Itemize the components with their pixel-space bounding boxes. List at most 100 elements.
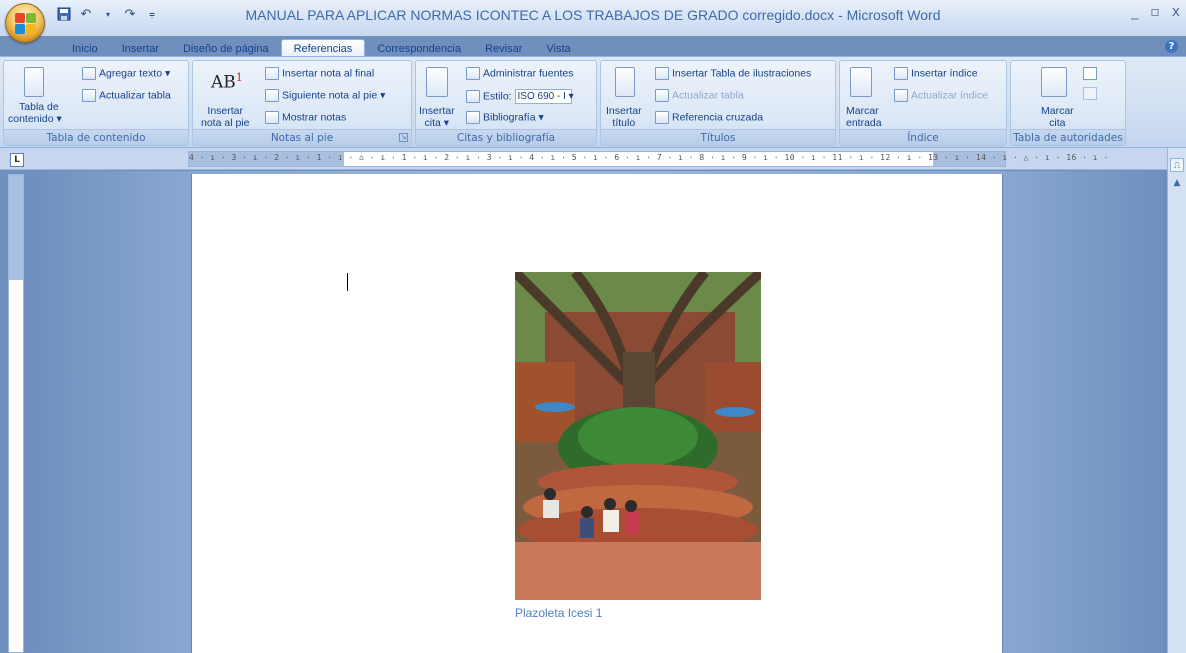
help-icon[interactable]: ? bbox=[1165, 40, 1178, 53]
update-index-label: Actualizar índice bbox=[911, 89, 989, 102]
group-table-of-contents: Tabla de contenido ▾ Agregar texto ▾ Act… bbox=[3, 60, 189, 146]
next-footnote-icon bbox=[265, 89, 279, 102]
vertical-scrollbar[interactable]: ⎍ ▲ bbox=[1167, 148, 1186, 653]
mark-citation-icon bbox=[1041, 67, 1067, 97]
manage-sources-button[interactable]: Administrar fuentes bbox=[466, 67, 573, 80]
update-table-authorities-icon[interactable] bbox=[1083, 87, 1097, 100]
ruler-row: L 4 · ı · 3 · ı · 2 · ı · 1 · ı · ⌂ · ı … bbox=[0, 148, 1186, 170]
style-label: Estilo: bbox=[483, 90, 512, 103]
window-controls: _ ▫ x bbox=[1131, 4, 1180, 20]
insert-caption-line2: título bbox=[612, 117, 636, 129]
bibliography-button[interactable]: Bibliografía ▾ bbox=[466, 111, 544, 124]
ribbon: Tabla de contenido ▾ Agregar texto ▾ Act… bbox=[0, 56, 1186, 148]
minimize-button[interactable]: _ bbox=[1131, 4, 1138, 20]
group-authorities: Marcar cita Tabla de autoridades bbox=[1010, 60, 1126, 146]
footnote-ab-icon: AB1 bbox=[211, 71, 243, 93]
group-footnotes: AB1 Insertar nota al pie Insertar nota a… bbox=[192, 60, 412, 146]
mark-entry-line1: Marcar bbox=[846, 105, 879, 117]
insert-citation-line2: cita ▾ bbox=[424, 117, 450, 129]
update-table-button[interactable]: Actualizar tabla bbox=[82, 89, 171, 102]
text-cursor bbox=[347, 273, 348, 291]
insert-endnote-icon bbox=[265, 67, 279, 80]
insert-table-authorities-icon[interactable] bbox=[1083, 67, 1097, 80]
show-notes-label: Mostrar notas bbox=[282, 111, 347, 124]
group-label-footnotes: Notas al pie bbox=[193, 129, 411, 145]
horizontal-ruler[interactable]: 4 · ı · 3 · ı · 2 · ı · 1 · ı · ⌂ · ı · … bbox=[188, 151, 1108, 167]
insert-table-of-figures-button[interactable]: Insertar Tabla de ilustraciones bbox=[655, 67, 811, 80]
view-ruler-icon[interactable]: ⎍ bbox=[1170, 158, 1184, 172]
vertical-ruler[interactable] bbox=[8, 174, 24, 653]
group-captions: Insertar título Insertar Tabla de ilustr… bbox=[600, 60, 836, 146]
update-table-label: Actualizar tabla bbox=[99, 89, 171, 102]
mark-entry-button[interactable]: Marcar entrada bbox=[846, 105, 882, 129]
insert-endnote-label: Insertar nota al final bbox=[282, 67, 375, 80]
mark-citation-line2: cita bbox=[1049, 117, 1066, 129]
style-combo[interactable]: ISO 690 - I ▾ bbox=[514, 89, 574, 104]
manage-sources-icon bbox=[466, 67, 480, 80]
ruler-scale: 4 · ı · 3 · ı · 2 · ı · 1 · ı · ⌂ · ı · … bbox=[189, 153, 1109, 162]
document-page[interactable]: Plazoleta Icesi 1 bbox=[191, 174, 1003, 653]
group-label-authorities: Tabla de autoridades bbox=[1011, 129, 1125, 145]
mark-entry-icon bbox=[850, 67, 872, 97]
update-table-icon bbox=[82, 89, 96, 102]
insert-footnote-line2: nota al pie bbox=[201, 117, 250, 129]
vertical-ruler-margin bbox=[9, 175, 23, 280]
update-table-figures-button[interactable]: Actualizar tabla bbox=[655, 89, 744, 102]
mark-entry-line2: entrada bbox=[846, 117, 882, 129]
group-label-index: Índice bbox=[840, 129, 1006, 145]
insert-index-label: Insertar índice bbox=[911, 67, 978, 80]
cross-reference-button[interactable]: Referencia cruzada bbox=[655, 111, 763, 124]
style-selector: Estilo: ISO 690 - I ▾ bbox=[466, 89, 574, 104]
insert-footnote-line1: Insertar bbox=[207, 105, 244, 117]
show-notes-icon bbox=[265, 111, 279, 124]
add-text-button[interactable]: Agregar texto ▾ bbox=[82, 67, 170, 80]
window-title: MANUAL PARA APLICAR NORMAS ICONTEC A LOS… bbox=[245, 7, 941, 23]
restore-button[interactable]: ▫ bbox=[1150, 4, 1160, 20]
table-of-contents-button[interactable]: Tabla de contenido ▾ bbox=[8, 101, 62, 125]
group-label-captions: Títulos bbox=[601, 129, 835, 145]
bibliography-icon bbox=[466, 111, 480, 124]
plazoleta-photo[interactable] bbox=[515, 272, 761, 600]
insert-citation-button[interactable]: Insertar cita ▾ bbox=[419, 105, 455, 129]
group-label-citations: Citas y bibliografía bbox=[416, 129, 596, 145]
insert-caption-line1: Insertar bbox=[606, 105, 642, 117]
table-of-contents-icon bbox=[24, 67, 44, 97]
title-bar: ↶ ▾ ↷ ⩦ MANUAL PARA APLICAR NORMAS ICONT… bbox=[0, 0, 1186, 43]
next-footnote-label: Siguiente nota al pie ▾ bbox=[282, 89, 386, 102]
office-logo-icon bbox=[15, 13, 36, 34]
style-icon bbox=[466, 90, 480, 103]
insert-index-icon bbox=[894, 67, 908, 80]
update-table-figures-icon bbox=[655, 89, 669, 102]
office-button[interactable] bbox=[5, 3, 45, 43]
manage-sources-label: Administrar fuentes bbox=[483, 67, 574, 80]
insert-citation-icon bbox=[426, 67, 448, 97]
add-text-icon bbox=[82, 67, 96, 80]
cross-reference-icon bbox=[655, 111, 669, 124]
update-index-button[interactable]: Actualizar índice bbox=[894, 89, 988, 102]
insert-table-of-figures-label: Insertar Tabla de ilustraciones bbox=[672, 67, 812, 80]
update-index-icon bbox=[894, 89, 908, 102]
plazoleta-image bbox=[515, 272, 761, 600]
tab-selector[interactable]: L bbox=[10, 153, 24, 167]
group-citations: Insertar cita ▾ Administrar fuentes Esti… bbox=[415, 60, 597, 146]
table-of-figures-icon bbox=[655, 67, 669, 80]
mark-citation-button[interactable]: Marcar cita bbox=[1041, 105, 1074, 129]
close-button[interactable]: x bbox=[1172, 4, 1180, 20]
table-of-contents-line2: contenido ▾ bbox=[8, 113, 62, 125]
insert-footnote-button[interactable]: Insertar nota al pie bbox=[201, 105, 249, 129]
footnote-icon-text: AB bbox=[211, 72, 236, 93]
table-of-contents-line1: Tabla de bbox=[19, 101, 59, 113]
show-notes-button[interactable]: Mostrar notas bbox=[265, 111, 346, 124]
footnotes-launcher-icon[interactable]: ↘ bbox=[399, 133, 408, 142]
add-text-label: Agregar texto ▾ bbox=[99, 67, 171, 80]
insert-index-button[interactable]: Insertar índice bbox=[894, 67, 978, 80]
group-index: Marcar entrada Insertar índice Actualiza… bbox=[839, 60, 1007, 146]
insert-caption-button[interactable]: Insertar título bbox=[606, 105, 642, 129]
mark-citation-line1: Marcar bbox=[1041, 105, 1074, 117]
next-footnote-button[interactable]: Siguiente nota al pie ▾ bbox=[265, 89, 385, 102]
insert-endnote-button[interactable]: Insertar nota al final bbox=[265, 67, 374, 80]
insert-caption-icon bbox=[615, 67, 635, 97]
scroll-up-icon[interactable]: ▲ bbox=[1170, 176, 1184, 190]
group-label-toc: Tabla de contenido bbox=[4, 129, 188, 145]
bibliography-label: Bibliografía ▾ bbox=[483, 111, 544, 124]
